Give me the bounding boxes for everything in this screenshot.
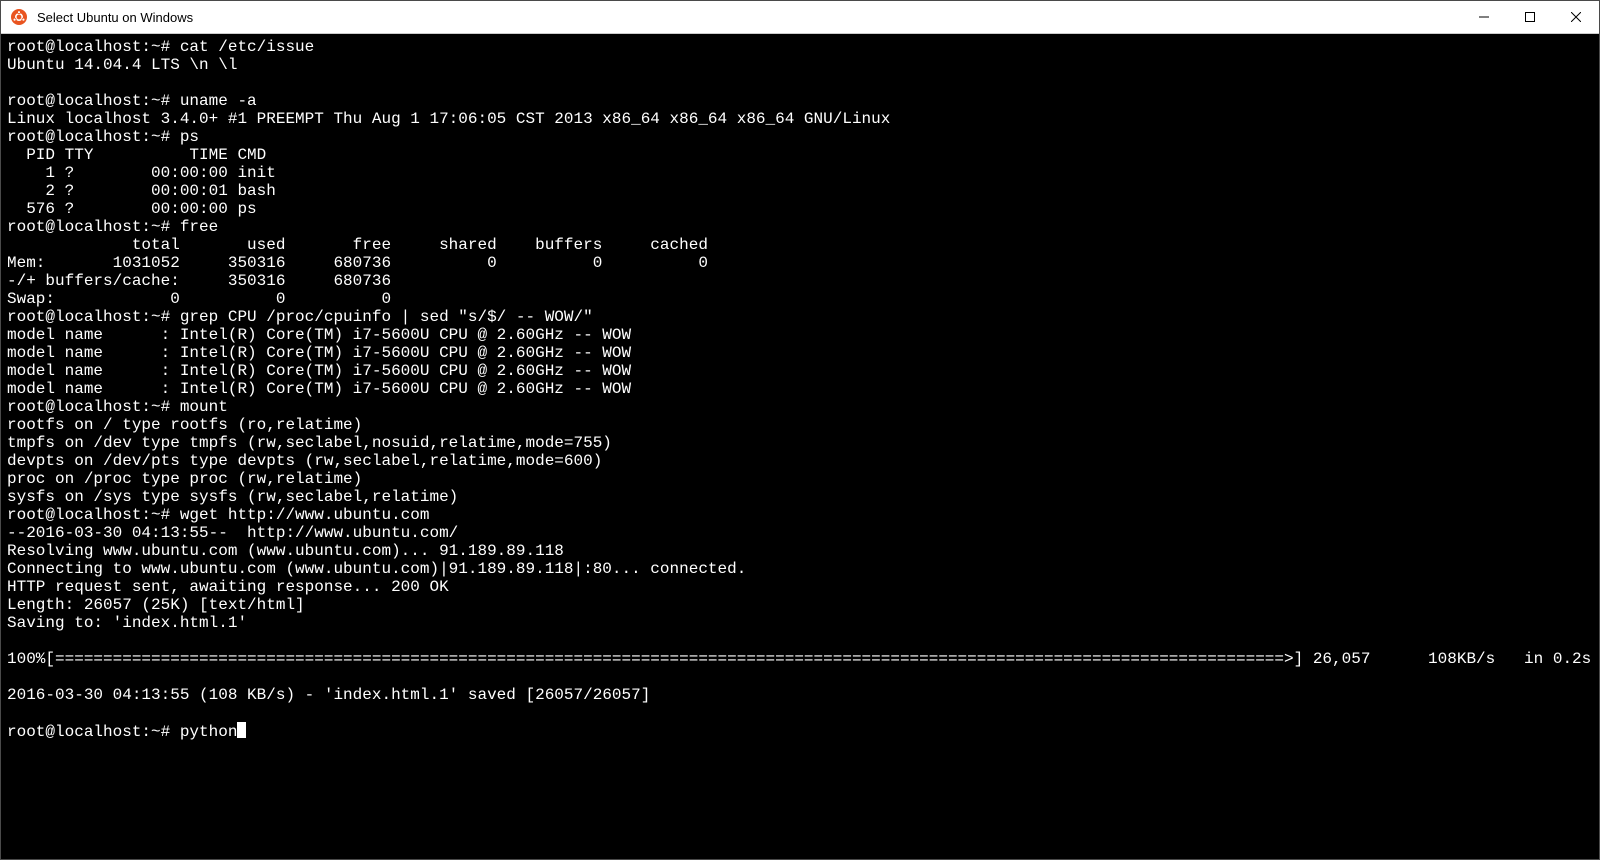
terminal-line: root@localhost:~# cat /etc/issue (7, 38, 1593, 56)
terminal-line (7, 668, 1593, 686)
titlebar[interactable]: Select Ubuntu on Windows (1, 1, 1599, 34)
terminal-line: PID TTY TIME CMD (7, 146, 1593, 164)
terminal-line (7, 632, 1593, 650)
terminal-line: 100%[===================================… (7, 650, 1593, 668)
terminal-line: Swap: 0 0 0 (7, 290, 1593, 308)
terminal-line: 2016-03-30 04:13:55 (108 KB/s) - 'index.… (7, 686, 1593, 704)
terminal-line: model name : Intel(R) Core(TM) i7-5600U … (7, 326, 1593, 344)
terminal-line: Ubuntu 14.04.4 LTS \n \l (7, 56, 1593, 74)
terminal-line: 2 ? 00:00:01 bash (7, 182, 1593, 200)
terminal-line: sysfs on /sys type sysfs (rw,seclabel,re… (7, 488, 1593, 506)
terminal-line: Linux localhost 3.4.0+ #1 PREEMPT Thu Au… (7, 110, 1593, 128)
terminal-line: root@localhost:~# wget http://www.ubuntu… (7, 506, 1593, 524)
terminal-line: rootfs on / type rootfs (ro,relatime) (7, 416, 1593, 434)
terminal-line: Resolving www.ubuntu.com (www.ubuntu.com… (7, 542, 1593, 560)
terminal-line: total used free shared buffers cached (7, 236, 1593, 254)
terminal-line: 576 ? 00:00:00 ps (7, 200, 1593, 218)
terminal-line: HTTP request sent, awaiting response... … (7, 578, 1593, 596)
terminal-line: model name : Intel(R) Core(TM) i7-5600U … (7, 344, 1593, 362)
console-window: Select Ubuntu on Windows root@localhost:… (0, 0, 1600, 860)
terminal-prompt-line[interactable]: root@localhost:~# python (7, 722, 1593, 741)
terminal-line (7, 704, 1593, 722)
terminal-line: root@localhost:~# mount (7, 398, 1593, 416)
maximize-button[interactable] (1507, 1, 1553, 33)
cursor (237, 722, 246, 738)
prompt-text: root@localhost:~# python (7, 723, 237, 741)
ubuntu-icon (11, 9, 27, 25)
terminal-line: root@localhost:~# free (7, 218, 1593, 236)
terminal-line: Mem: 1031052 350316 680736 0 0 0 (7, 254, 1593, 272)
terminal-line: --2016-03-30 04:13:55-- http://www.ubunt… (7, 524, 1593, 542)
terminal-line: model name : Intel(R) Core(TM) i7-5600U … (7, 362, 1593, 380)
terminal-line: root@localhost:~# ps (7, 128, 1593, 146)
minimize-button[interactable] (1461, 1, 1507, 33)
terminal-line: -/+ buffers/cache: 350316 680736 (7, 272, 1593, 290)
terminal-line: root@localhost:~# uname -a (7, 92, 1593, 110)
terminal-line: Saving to: 'index.html.1' (7, 614, 1593, 632)
window-title: Select Ubuntu on Windows (35, 10, 1461, 25)
close-button[interactable] (1553, 1, 1599, 33)
terminal-line: proc on /proc type proc (rw,relatime) (7, 470, 1593, 488)
terminal-line: Length: 26057 (25K) [text/html] (7, 596, 1593, 614)
terminal-line (7, 74, 1593, 92)
terminal-area[interactable]: root@localhost:~# cat /etc/issueUbuntu 1… (1, 34, 1599, 859)
terminal-line: devpts on /dev/pts type devpts (rw,secla… (7, 452, 1593, 470)
terminal-line: root@localhost:~# grep CPU /proc/cpuinfo… (7, 308, 1593, 326)
terminal-line: tmpfs on /dev type tmpfs (rw,seclabel,no… (7, 434, 1593, 452)
terminal-line: 1 ? 00:00:00 init (7, 164, 1593, 182)
terminal-line: model name : Intel(R) Core(TM) i7-5600U … (7, 380, 1593, 398)
terminal-line: Connecting to www.ubuntu.com (www.ubuntu… (7, 560, 1593, 578)
